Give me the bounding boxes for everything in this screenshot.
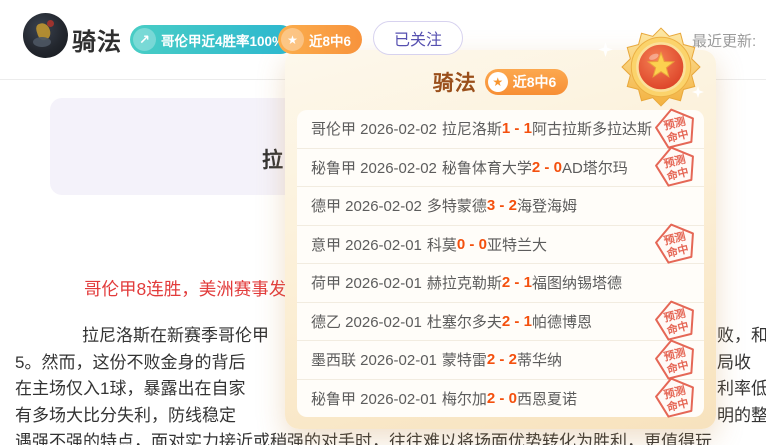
match-score: 2 - 1 xyxy=(502,313,532,330)
match-score: 1 - 1 xyxy=(502,120,532,137)
top-header: 骑法 ↗ 哥伦甲近4胜率100% ★ 近8中6 已关注 最近更新: xyxy=(0,0,766,80)
match-row[interactable]: 德甲 2026-02-02多特蒙德3 - 2海登海姆 xyxy=(297,187,704,226)
match-league-date: 秘鲁甲 2026-02-02 xyxy=(311,157,437,178)
match-away-team: 西恩夏诺 xyxy=(517,388,577,409)
match-away-team: 蒂华纳 xyxy=(517,349,562,370)
match-league-date: 意甲 2026-02-01 xyxy=(311,234,422,255)
match-row[interactable]: 哥伦甲 2026-02-02拉尼洛斯1 - 1阿古拉斯多拉达斯预测命中 xyxy=(297,110,704,149)
match-list: 哥伦甲 2026-02-02拉尼洛斯1 - 1阿古拉斯多拉达斯预测命中秘鲁甲 2… xyxy=(297,110,704,417)
recent-record-label: 近8中6 xyxy=(309,30,351,50)
match-home-team: 多特蒙德 xyxy=(427,195,487,216)
match-score: 2 - 0 xyxy=(487,390,517,407)
match-league-date: 秘鲁甲 2026-02-01 xyxy=(311,388,437,409)
match-league-date: 荷甲 2026-02-01 xyxy=(311,272,422,293)
match-home-team: 拉尼洛斯 xyxy=(442,118,502,139)
match-row[interactable]: 秘鲁甲 2026-02-01梅尔加2 - 0西恩夏诺预测命中 xyxy=(297,380,704,418)
username: 骑法 xyxy=(72,22,122,57)
match-away-team: 海登海姆 xyxy=(517,195,577,216)
match-league-date: 德甲 2026-02-02 xyxy=(311,195,422,216)
match-row[interactable]: 德乙 2026-02-01杜塞尔多夫2 - 1帕德博恩预测命中 xyxy=(297,303,704,342)
article-red-heading: 哥伦甲8连胜，美洲赛事发 xyxy=(84,276,286,301)
recent-record-badge: ★ 近8中6 xyxy=(278,25,362,54)
match-league-date: 德乙 2026-02-01 xyxy=(311,311,422,332)
article-text-line: 遇强不强的特点，面对实力接近或稍强的对手时，往往难以将场面优势转化为胜利，更值得… xyxy=(0,428,766,445)
match-home-team: 蒙特雷 xyxy=(442,349,487,370)
followed-button[interactable]: 已关注 xyxy=(373,21,463,55)
trend-up-icon: ↗ xyxy=(133,28,156,51)
match-home-team: 科莫 xyxy=(427,234,457,255)
match-row[interactable]: 墨西联 2026-02-01蒙特雷2 - 2蒂华纳预测命中 xyxy=(297,341,704,380)
page: 拉 哥伦甲8连胜，美洲赛事发 拉尼洛斯在新赛季哥伦甲败，和5。然而，这份不败金身… xyxy=(0,0,766,445)
match-score: 3 - 2 xyxy=(487,197,517,214)
match-row[interactable]: 意甲 2026-02-01科莫0 - 0亚特兰大预测命中 xyxy=(297,226,704,265)
prediction-hit-stamp: 预测命中 xyxy=(648,371,703,425)
match-score: 2 - 2 xyxy=(487,351,517,368)
avatar[interactable] xyxy=(23,13,68,58)
match-away-team: 亚特兰大 xyxy=(487,234,547,255)
match-league-date: 墨西联 2026-02-01 xyxy=(311,349,437,370)
match-away-team: 阿古拉斯多拉达斯 xyxy=(532,118,652,139)
match-score: 0 - 0 xyxy=(457,236,487,253)
last-update-label: 最近更新: xyxy=(692,30,756,51)
match-away-team: 福图纳锡塔德 xyxy=(532,272,622,293)
match-home-team: 杜塞尔多夫 xyxy=(427,311,502,332)
match-league-date: 哥伦甲 2026-02-02 xyxy=(311,118,437,139)
star-icon: ★ xyxy=(281,28,304,51)
match-home-team: 赫拉克勒斯 xyxy=(427,272,502,293)
match-away-team: AD塔尔玛 xyxy=(562,157,628,178)
win-rate-badge: ↗ 哥伦甲近4胜率100% xyxy=(130,25,295,54)
match-row[interactable]: 秘鲁甲 2026-02-02秘鲁体育大学2 - 0AD塔尔玛预测命中 xyxy=(297,149,704,188)
match-row[interactable]: 荷甲 2026-02-01赫拉克勒斯2 - 1福图纳锡塔德 xyxy=(297,264,704,303)
match-home-team: 梅尔加 xyxy=(442,388,487,409)
match-away-team: 帕德博恩 xyxy=(532,311,592,332)
match-score: 2 - 0 xyxy=(532,159,562,176)
match-title-fragment: 拉 xyxy=(262,144,283,174)
match-score: 2 - 1 xyxy=(502,274,532,291)
match-home-team: 秘鲁体育大学 xyxy=(442,157,532,178)
prediction-popup: 骑法 ★ 近8中6 哥伦甲 2026-02-02拉尼洛斯1 - 1阿古拉斯多拉达… xyxy=(285,50,716,429)
win-rate-label: 哥伦甲近4胜率100% xyxy=(161,30,284,50)
